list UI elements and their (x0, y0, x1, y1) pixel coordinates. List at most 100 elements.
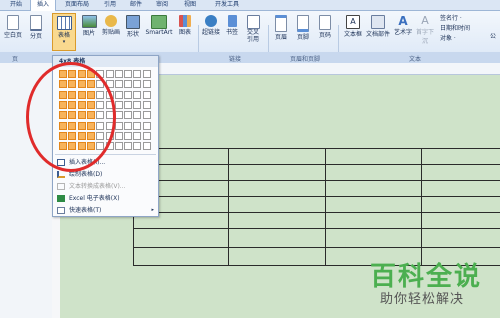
smartart-icon (151, 15, 167, 29)
table-grid-cell[interactable] (114, 100, 123, 109)
header-button[interactable]: 页眉 (272, 15, 290, 41)
table-button[interactable]: 表格 ▾ (52, 13, 76, 51)
table-grid-cell[interactable] (124, 142, 133, 151)
header-icon (275, 15, 287, 32)
table-grid-cell[interactable] (124, 131, 133, 140)
footer-icon (297, 15, 309, 32)
quick-parts-button[interactable]: 文档部件 (366, 15, 390, 38)
page-number-button[interactable]: 页码 (316, 15, 334, 39)
dropcap-label: 首字下沉 (415, 29, 434, 45)
table-grid-cell[interactable] (142, 121, 151, 130)
table-grid-cell[interactable] (142, 142, 151, 151)
table-grid-cell[interactable] (142, 131, 151, 140)
table-grid-cell[interactable] (105, 70, 114, 78)
table-icon (56, 16, 72, 30)
signature-line-item[interactable]: 签名行 · (440, 14, 462, 23)
cross-reference-label: 交叉引用 (246, 29, 259, 43)
tab-insert[interactable]: 插入 (30, 0, 56, 11)
table-grid-cell[interactable] (142, 80, 151, 89)
picture-button[interactable]: 图片 (80, 15, 98, 37)
tab-references[interactable]: 引用 (100, 0, 120, 10)
hyperlink-icon (205, 15, 217, 27)
page-break-icon (30, 15, 42, 31)
table-grid-cell[interactable] (124, 80, 133, 89)
blank-page-button[interactable]: 空白页 (2, 15, 24, 39)
footer-label: 页脚 (296, 34, 309, 41)
group-header-footer-label: 页眉和页脚 (289, 56, 320, 63)
excel-spreadsheet-menu-item[interactable]: Excel 电子表格(X) (53, 193, 158, 204)
quick-tables-label: 快速表格(T) (69, 207, 102, 214)
table-grid-cell[interactable] (124, 121, 133, 130)
smartart-label: SmartArt (145, 29, 173, 36)
shapes-icon (126, 15, 140, 29)
excel-label: Excel 电子表格(X) (69, 195, 120, 202)
table-grid-cell[interactable] (124, 111, 133, 120)
table-grid-cell[interactable] (133, 142, 142, 151)
tab-view[interactable]: 视图 (180, 0, 200, 10)
hyperlink-button[interactable]: 超链接 (200, 15, 222, 36)
picture-icon (81, 15, 97, 28)
table-grid-cell[interactable] (133, 80, 142, 89)
quick-tables-menu-item[interactable]: 快速表格(T) ▸ (53, 205, 158, 216)
table-grid-cell[interactable] (133, 70, 142, 78)
cross-reference-icon (246, 15, 260, 29)
dropcap-button[interactable]: A 首字下沉 (414, 15, 436, 46)
page-break-button[interactable]: 分页 (26, 15, 46, 40)
table-grid-cell[interactable] (114, 121, 123, 130)
bookmark-icon (227, 15, 237, 27)
table-grid-cell[interactable] (124, 70, 133, 78)
blank-page-label: 空白页 (3, 32, 22, 39)
table-row-line (133, 212, 500, 213)
cross-reference-button[interactable]: 交叉引用 (242, 15, 264, 43)
ribbon-cut-label: 公 (490, 33, 497, 40)
table-grid-cell[interactable] (114, 80, 123, 89)
quick-parts-icon (371, 15, 385, 29)
tab-page-layout[interactable]: 页面布局 (60, 0, 94, 10)
tab-mailings[interactable]: 邮件 (126, 0, 146, 10)
quick-parts-label: 文档部件 (366, 31, 391, 38)
clipart-button[interactable]: 剪贴画 (100, 15, 122, 36)
clipart-label: 剪贴画 (101, 29, 120, 36)
table-grid-cell[interactable] (133, 111, 142, 120)
date-time-item[interactable]: 日期和时间 (440, 24, 470, 33)
page-number-label: 页码 (318, 32, 331, 39)
chevron-down-icon: ▾ (62, 39, 66, 45)
table-grid-cell[interactable] (124, 90, 133, 99)
table-grid-cell[interactable] (142, 70, 151, 78)
shapes-label: 形状 (126, 31, 139, 38)
watermark-subtitle: 助你轻松解决 (380, 292, 465, 307)
table-grid-cell[interactable] (114, 90, 123, 99)
table-grid-cell[interactable] (133, 100, 142, 109)
table-grid-cell[interactable] (133, 121, 142, 130)
object-item[interactable]: 对象 · (440, 34, 456, 43)
chart-label: 图表 (178, 29, 191, 36)
wordart-button[interactable]: A 艺术字 (392, 15, 414, 36)
group-links-label: 链接 (228, 56, 241, 63)
smartart-button[interactable]: SmartArt (144, 15, 174, 36)
footer-button[interactable]: 页脚 (294, 15, 312, 41)
tab-developer[interactable]: 开发工具 (210, 0, 244, 10)
page-break-label: 分页 (29, 33, 42, 40)
shapes-button[interactable]: 形状 (124, 15, 142, 38)
table-grid-cell[interactable] (114, 131, 123, 140)
page-number-icon (319, 15, 331, 30)
bookmark-button[interactable]: 书签 (224, 15, 240, 36)
ribbon-tab-bar: 开始 插入 页面布局 引用 邮件 审阅 视图 开发工具 (0, 0, 500, 11)
tab-review[interactable]: 审阅 (152, 0, 172, 10)
picture-label: 图片 (82, 30, 95, 37)
tab-home[interactable]: 开始 (4, 0, 28, 10)
textbox-button[interactable]: A 文本框 (342, 15, 364, 38)
table-grid-cell[interactable] (142, 111, 151, 120)
table-grid-cell[interactable] (124, 100, 133, 109)
convert-text-label: 文本转换成表格(V)... (69, 183, 126, 190)
table-grid-cell[interactable] (114, 142, 123, 151)
table-grid-cell[interactable] (114, 70, 123, 78)
chart-button[interactable]: 图表 (176, 15, 194, 36)
table-grid-cell[interactable] (133, 131, 142, 140)
table-col-line (228, 148, 229, 266)
table-grid-cell[interactable] (142, 90, 151, 99)
table-row-line (133, 164, 500, 165)
object-label: 对象 · (440, 35, 456, 42)
table-grid-cell[interactable] (133, 90, 142, 99)
table-grid-cell[interactable] (142, 100, 151, 109)
